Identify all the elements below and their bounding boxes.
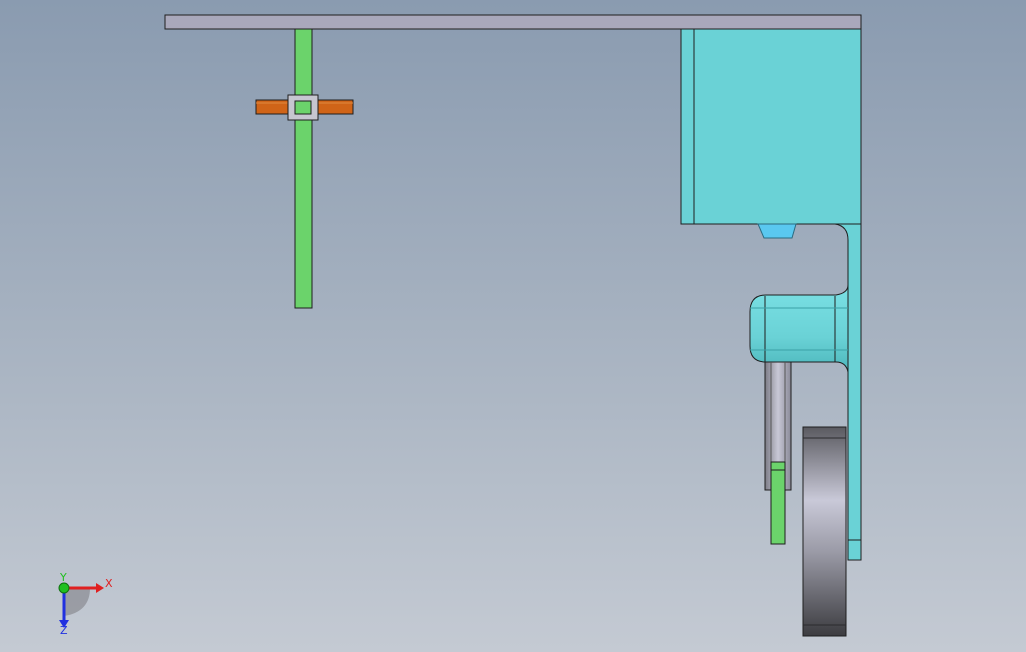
orientation-triad: X Y Z	[58, 572, 113, 636]
graphics-area[interactable]: X Y Z	[0, 0, 1026, 652]
housing-block[interactable]	[680, 28, 862, 225]
x-axis-label: X	[105, 577, 113, 590]
y-axis-dot	[58, 582, 70, 594]
model-view[interactable]	[0, 0, 1026, 652]
small-pin[interactable]	[770, 461, 786, 545]
z-axis-label: Z	[60, 624, 68, 636]
y-axis-label: Y	[59, 572, 67, 584]
top-plate[interactable]	[164, 14, 862, 30]
vertical-post[interactable]	[294, 28, 313, 309]
wheel[interactable]	[802, 426, 847, 637]
nozzle	[757, 223, 797, 239]
triad-shadow	[64, 588, 90, 616]
